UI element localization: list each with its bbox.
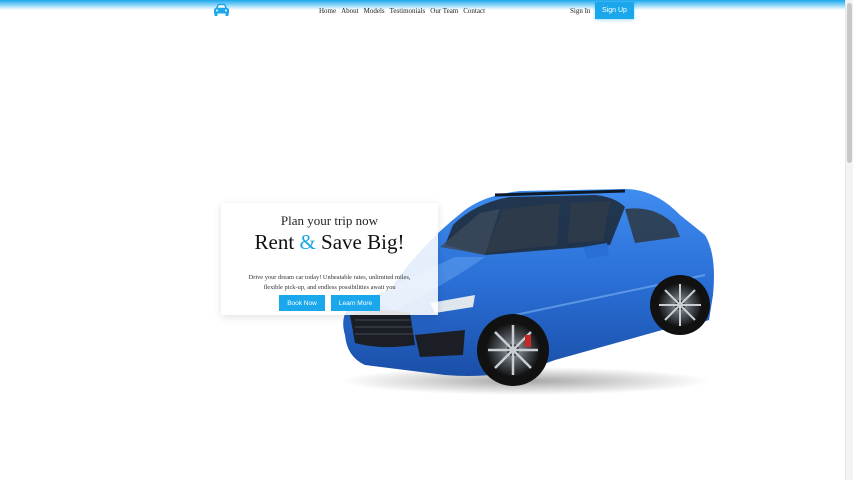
hero-title-part2: Save Big! (321, 230, 405, 254)
nav-link-testimonials[interactable]: Testimonials (390, 7, 426, 15)
nav-link-models[interactable]: Models (364, 7, 385, 15)
scrollbar[interactable] (845, 0, 853, 480)
hero-description: Drive your dream car today! Unbeatable r… (248, 274, 411, 291)
page: Home About Models Testimonials Our Team … (0, 0, 853, 480)
navbar: Home About Models Testimonials Our Team … (0, 0, 846, 22)
hero-title-ampersand: & (299, 230, 316, 254)
hero-card: Plan your trip now Rent & Save Big! Driv… (221, 203, 438, 315)
sign-up-button[interactable]: Sign Up (595, 2, 634, 19)
hero-title-part1: Rent (254, 230, 295, 254)
learn-more-button[interactable]: Learn More (331, 295, 380, 311)
scrollbar-thumb[interactable] (847, 3, 852, 163)
nav-link-our-team[interactable]: Our Team (430, 7, 458, 15)
nav-links: Home About Models Testimonials Our Team … (319, 7, 485, 15)
book-now-button[interactable]: Book Now (279, 295, 325, 311)
nav-link-contact[interactable]: Contact (463, 7, 485, 15)
nav-link-about[interactable]: About (341, 7, 359, 15)
hero-title: Rent & Save Big! (221, 230, 438, 255)
sign-in-link[interactable]: Sign In (570, 7, 590, 15)
car-icon[interactable] (213, 3, 230, 17)
nav-link-home[interactable]: Home (319, 7, 336, 15)
hero-subtitle: Plan your trip now (280, 213, 379, 228)
